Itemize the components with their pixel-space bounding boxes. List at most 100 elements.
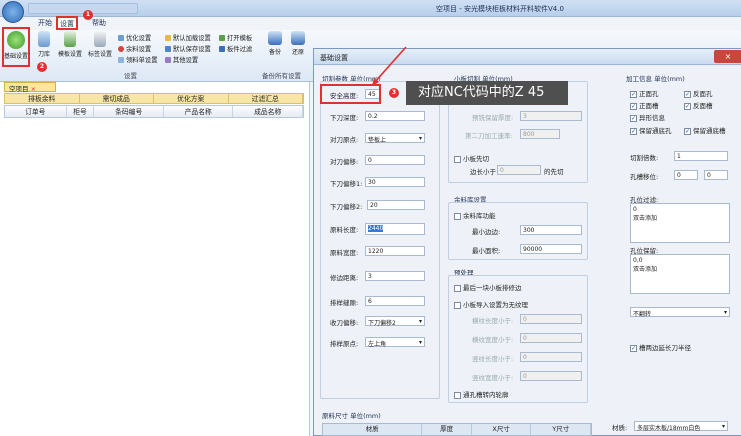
app-menu-button[interactable]: [2, 1, 24, 23]
checkbox-icon: [454, 212, 461, 220]
optimize-settings-button[interactable]: 优化设置: [118, 33, 151, 42]
last-small-checkbox[interactable]: 最后一块小板排修边: [454, 282, 522, 292]
front-hole-checkbox[interactable]: ✓ 正面孔: [630, 88, 659, 98]
open-template-label: 打开模板: [227, 35, 253, 42]
hole-keep-list[interactable]: 0,0 双击添加: [630, 254, 730, 294]
keep-through-hole-checkbox[interactable]: ✓ 保留通底孔: [630, 125, 672, 135]
edge-less-label: 边长小于: [470, 168, 496, 176]
template-settings-label: 模板设置: [57, 51, 82, 58]
tool-origin-select[interactable]: 垫板上 ▾: [365, 133, 425, 144]
front-slot-checkbox[interactable]: ✓ 正面槽: [630, 100, 659, 110]
min-area-input[interactable]: 90000: [520, 244, 582, 254]
back-slot-checkbox[interactable]: ✓ 反面槽: [684, 100, 713, 110]
flip-select[interactable]: 不翻转 ▾: [630, 307, 730, 318]
sub-tab-bar: 排板余料 需切成品 优化方案 过滤汇总: [4, 93, 304, 104]
default-load-settings-button[interactable]: 默认加载设置: [165, 33, 211, 42]
hole-filter-hint: 双击添加: [633, 215, 658, 222]
v2-input[interactable]: 0: [520, 371, 582, 381]
restore-button[interactable]: 还原: [289, 31, 307, 56]
gap-input[interactable]: 6: [365, 296, 425, 306]
tab-filter-summary[interactable]: 过滤汇总: [229, 94, 303, 103]
panel-filter-button[interactable]: 板件过滤: [219, 44, 252, 53]
special-info-checkbox[interactable]: ✓ 异形信息: [630, 112, 665, 122]
tab-start[interactable]: 开始: [32, 17, 58, 29]
annotation-arrow: [372, 46, 407, 86]
small-import-label: 小板导入设置为无纹理: [463, 301, 528, 309]
col-order-no[interactable]: 订单号: [5, 106, 67, 117]
tab-settings[interactable]: 设置: [56, 16, 78, 30]
backup-group-label: 备份所有设置: [262, 72, 301, 80]
down-offset-input[interactable]: 30: [365, 177, 425, 187]
material-table-header: 材质 厚度 X尺寸 Y尺寸: [322, 423, 592, 436]
sheet-width-label: 原料宽度:: [330, 249, 359, 257]
sheet-width-input[interactable]: 1220: [365, 246, 425, 256]
first-cut-checkbox[interactable]: 小板先切: [454, 153, 489, 163]
open-template-button[interactable]: 打开模板: [219, 33, 252, 42]
template-icon: [64, 31, 76, 47]
down-offset2-input[interactable]: 20: [367, 200, 425, 210]
tab-layout-remnant[interactable]: 排板余料: [5, 94, 80, 103]
material-select[interactable]: 多层实木板/18mm白色 ▾: [634, 421, 728, 432]
close-icon[interactable]: ×: [714, 50, 741, 63]
hole-filter-list[interactable]: 0 双击添加: [630, 203, 730, 243]
tab-cut-products[interactable]: 需切成品: [80, 94, 154, 103]
keep-through-slot-checkbox[interactable]: ✓ 保留通底槽: [684, 125, 726, 135]
small-import-checkbox[interactable]: 小板导入设置为无纹理: [454, 299, 528, 309]
remnant-enable-checkbox[interactable]: 余料库功能: [454, 210, 496, 220]
remnant-settings-button[interactable]: 余料设置: [118, 44, 151, 53]
basic-settings-button[interactable]: 基础设置: [3, 31, 29, 60]
small-cut-field1-input[interactable]: 3: [520, 111, 582, 121]
retract-select[interactable]: 下刀偏移2 ▾: [365, 316, 425, 327]
template-settings-button[interactable]: 模板设置: [56, 31, 84, 58]
slot-extend-checkbox[interactable]: ✓ 槽两边延长刀半径: [630, 342, 691, 352]
material-sheet-settings-button[interactable]: 领料单设置: [118, 55, 157, 64]
hole-offset-y-input[interactable]: 0: [704, 170, 728, 180]
v1-input[interactable]: 0: [520, 352, 582, 362]
edge-less-input[interactable]: 0: [497, 165, 541, 175]
backup-button[interactable]: 备份: [266, 31, 284, 56]
trim-input[interactable]: 3: [365, 271, 425, 281]
checkmark-icon: ✓: [630, 114, 637, 122]
col-thickness[interactable]: 厚度: [422, 424, 472, 435]
basic-settings-label: 基础设置: [3, 53, 28, 60]
default-save-settings-button[interactable]: 默认保存设置: [165, 44, 211, 53]
hole-offset-label: 孔槽移位:: [630, 173, 659, 181]
col-x-size[interactable]: X尺寸: [472, 424, 532, 435]
h2-input[interactable]: 0: [520, 333, 582, 343]
document-tab[interactable]: 空项目 ×: [4, 82, 56, 93]
tab-optimize-plan[interactable]: 优化方案: [154, 94, 229, 103]
step-badge-1: 1: [83, 10, 93, 20]
cut-depth-label: 下刀深度:: [330, 114, 359, 122]
small-cut-field2-input[interactable]: 800: [520, 129, 560, 139]
col-product-name[interactable]: 产品名称: [164, 106, 234, 117]
close-icon[interactable]: ×: [31, 85, 36, 93]
slot-contour-checkbox[interactable]: 通孔槽转内轮廓: [454, 389, 509, 399]
restore-label: 还原: [291, 49, 304, 56]
sheet-length-input[interactable]: 2440: [365, 223, 425, 235]
other-settings-button[interactable]: 其他设置: [165, 55, 198, 64]
chevron-down-icon: ▾: [418, 318, 422, 325]
grid-header: 订单号 柜号 条码编号 产品名称 成品名称: [4, 105, 304, 118]
other-settings-label: 其他设置: [173, 57, 199, 64]
step-badge-2: 2: [37, 62, 47, 72]
col-material[interactable]: 材质: [323, 424, 423, 435]
small-cut-field1-label: 预铣保留厚度:: [472, 114, 514, 122]
h1-input[interactable]: 0: [520, 314, 582, 324]
remnant-icon: [118, 45, 124, 52]
col-barcode[interactable]: 条码编号: [94, 106, 164, 117]
col-y-size[interactable]: Y尺寸: [531, 424, 591, 435]
layout-origin-select[interactable]: 左上角 ▾: [365, 337, 425, 348]
cut-times-input[interactable]: 1: [674, 151, 728, 161]
col-cabinet-no[interactable]: 柜号: [67, 106, 95, 117]
cut-depth-input[interactable]: 0.2: [365, 111, 425, 121]
hole-offset-x-input[interactable]: 0: [674, 170, 698, 180]
sheet-length-value: 2440: [368, 225, 384, 232]
retract-value: 下刀偏移2: [368, 320, 396, 327]
basic-settings-dialog: 基础设置 × 切割参数 单位(mm) 安全高度: 45 下刀深度: 0.2 对刀…: [313, 48, 741, 436]
col-finished-name[interactable]: 成品名称: [233, 106, 303, 117]
tool-offset-input[interactable]: 0: [365, 155, 425, 165]
tool-library-button[interactable]: 刀库: [34, 31, 54, 58]
min-edge-input[interactable]: 300: [520, 225, 582, 235]
back-hole-checkbox[interactable]: ✓ 反面孔: [684, 88, 713, 98]
label-settings-button[interactable]: 标签设置: [86, 31, 114, 58]
